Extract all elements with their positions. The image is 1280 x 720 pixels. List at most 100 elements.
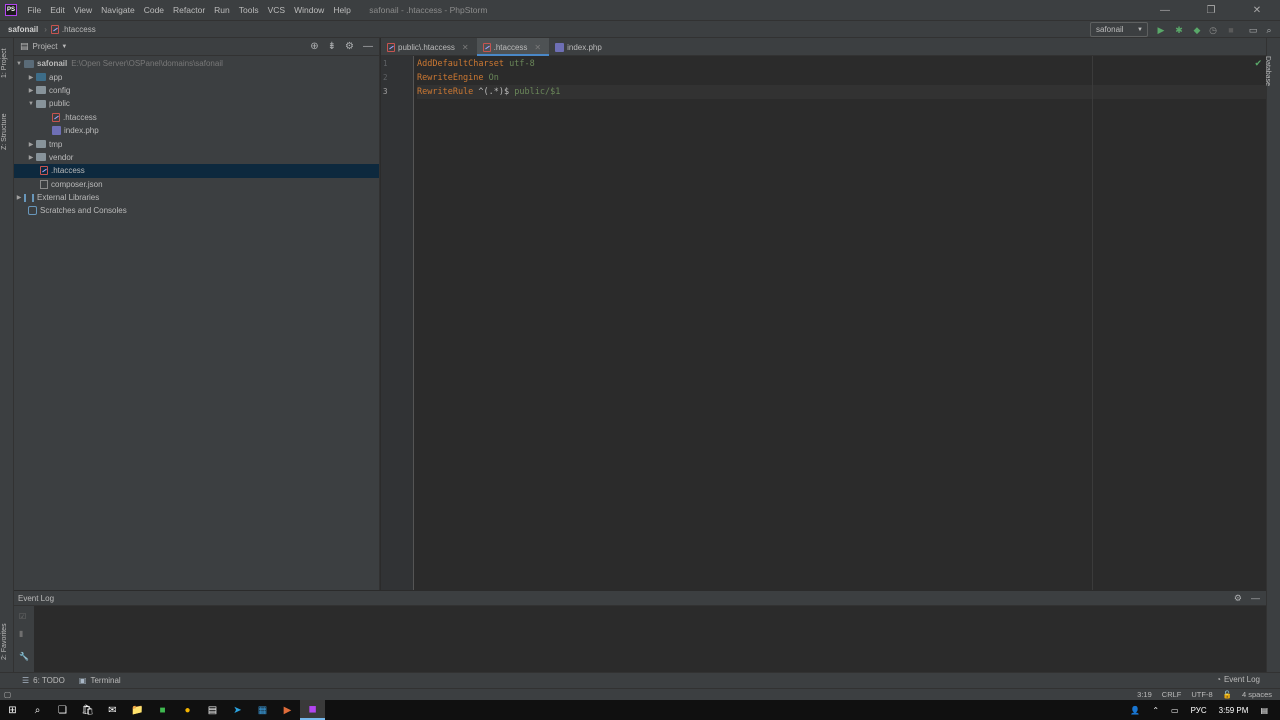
mail-icon[interactable]: ✉ [100,700,125,720]
breadcrumb-project[interactable]: safonail [8,25,38,34]
tree-item-public[interactable]: ▼ public [14,97,379,110]
collapsed-arrow-icon[interactable]: ▶ [26,74,36,81]
clear-icon[interactable]: ▮ [19,629,23,638]
tree-item-composer-json[interactable]: composer.json [14,178,379,191]
gear-icon[interactable]: ⚙ [345,41,354,52]
minimize-button[interactable]: — [1142,0,1188,20]
chrome-icon[interactable]: ● [175,700,200,720]
inspection-ok-icon[interactable]: ✔ [1254,58,1262,69]
menu-edit[interactable]: Edit [46,5,70,15]
clock[interactable]: 3:59 PM [1219,706,1249,715]
event-log-tool-button[interactable]: ◔ Event Log [1216,675,1260,684]
project-structure-icon[interactable]: ▭ [1248,25,1258,35]
tree-item-public-htaccess[interactable]: .htaccess [14,111,379,124]
run-icon[interactable]: ▶ [1156,25,1166,35]
tree-root[interactable]: ▼ safonail E:\Open Server\OSPanel\domain… [14,57,379,70]
tree-item-tmp[interactable]: ▶ tmp [14,137,379,150]
menu-vcs[interactable]: VCS [263,5,289,15]
code-line[interactable]: RewriteEngine On [417,71,1266,85]
language-indicator[interactable]: РУС [1191,706,1207,715]
tree-item-scratches[interactable]: Scratches and Consoles [14,204,379,217]
explorer-icon[interactable]: 📁 [125,700,150,720]
start-icon[interactable]: ⊞ [0,700,25,720]
collapse-all-icon[interactable]: ⇟ [328,41,336,52]
app-green-icon[interactable]: ■ [150,700,175,720]
tree-item-vendor[interactable]: ▶ vendor [14,151,379,164]
structure-tool-tab[interactable]: Z: Structure [1,113,8,150]
phpstorm-taskbar-icon[interactable]: ◼ [300,700,325,720]
menu-tools[interactable]: Tools [234,5,263,15]
menu-code[interactable]: Code [139,5,168,15]
collapsed-arrow-icon[interactable]: ▶ [14,194,24,201]
favorites-tool-tab[interactable]: 2: Favorites [1,623,8,660]
tab-public-htaccess[interactable]: public\.htaccess ✕ [381,38,477,56]
hide-panel-icon[interactable]: — [363,41,373,52]
user-icon[interactable]: 👤 [1130,706,1140,715]
tab-htaccess[interactable]: .htaccess ✕ [476,38,550,56]
menu-view[interactable]: View [69,5,96,15]
app-window-icon[interactable]: ▤ [200,700,225,720]
tree-item-external-libraries[interactable]: ▶ External Libraries [14,191,379,204]
todo-tool-button[interactable]: ☰ 6: TODO [22,676,65,685]
line-number: 3 [383,87,388,96]
menu-help[interactable]: Help [329,5,355,15]
code-line-current[interactable]: RewriteRule ^(.*)$ public/$1 [417,85,1266,99]
tree-item-root-htaccess[interactable]: .htaccess [14,164,379,178]
search-icon[interactable]: ⌕ [25,700,50,720]
breadcrumb-file[interactable]: .htaccess [62,25,96,34]
menu-file[interactable]: File [23,5,46,15]
stop-icon[interactable]: ■ [1226,25,1236,35]
restore-button[interactable]: ❐ [1188,0,1234,20]
collapsed-arrow-icon[interactable]: ▶ [26,154,36,161]
task-view-icon[interactable]: ❏ [50,700,75,720]
close-window-button[interactable]: ✕ [1234,0,1280,20]
menu-window[interactable]: Window [290,5,329,15]
directive: RewriteEngine [417,73,484,83]
menu-run[interactable]: Run [210,5,235,15]
hide-panel-icon[interactable]: — [1251,593,1260,604]
close-icon[interactable]: ✕ [534,43,541,52]
code-editor[interactable]: 1 2 3 AddDefaultCharset utf-8 RewriteEng… [381,56,1266,590]
event-log-header: Event Log ⚙ — [14,591,1266,606]
gear-icon[interactable]: ⚙ [1234,593,1242,604]
debug-icon[interactable]: ✱ [1174,25,1184,35]
terminal-tool-button[interactable]: ▣ Terminal [79,676,121,685]
file-encoding[interactable]: UTF-8 [1191,690,1212,699]
run-configuration-select[interactable]: safonail ▼ [1090,22,1148,37]
toggle-tool-windows-icon[interactable]: ▢ [4,690,11,699]
trello-icon[interactable]: ▦ [250,700,275,720]
tree-item-index-php[interactable]: index.php [14,124,379,137]
coverage-icon[interactable]: ◆ [1192,25,1202,35]
store-icon[interactable]: 🛍 [75,700,100,720]
collapsed-arrow-icon[interactable]: ▶ [26,141,36,148]
menu-refactor[interactable]: Refactor [169,5,210,15]
chevron-down-icon[interactable]: ▼ [61,44,67,50]
media-icon[interactable]: ▶ [275,700,300,720]
locate-file-icon[interactable]: ⊕ [310,41,318,52]
tab-index-php[interactable]: index.php [549,38,610,56]
project-tool-tab[interactable]: 1: Project [1,48,8,78]
chevron-up-icon[interactable]: ⌃ [1152,706,1159,715]
wrench-icon[interactable]: 🔧 [19,652,29,661]
line-separator[interactable]: CRLF [1162,690,1182,699]
mark-read-icon[interactable]: ☑ [19,612,26,621]
expanded-arrow-icon[interactable]: ▼ [14,61,24,67]
lock-icon[interactable]: 🔓 [1223,690,1232,699]
terminal-icon: ▣ [78,676,87,685]
profile-icon[interactable]: ◷ [1208,25,1218,35]
close-icon[interactable]: ✕ [462,43,469,52]
collapsed-arrow-icon[interactable]: ▶ [26,87,36,94]
telegram-icon[interactable]: ➤ [225,700,250,720]
line-number: 1 [383,59,388,68]
indent-setting[interactable]: 4 spaces [1242,690,1272,699]
code-line[interactable]: AddDefaultCharset utf-8 [417,57,1266,71]
network-icon[interactable]: ▭ [1171,706,1179,715]
expanded-arrow-icon[interactable]: ▼ [26,101,36,107]
search-everywhere-icon[interactable]: ⌕ [1264,25,1274,35]
tree-item-app[interactable]: ▶ app [14,70,379,83]
menu-navigate[interactable]: Navigate [97,5,140,15]
notifications-icon[interactable]: ▤ [1260,706,1268,715]
project-view-select[interactable]: Project [33,42,58,51]
tree-item-config[interactable]: ▶ config [14,84,379,97]
caret-position[interactable]: 3:19 [1137,690,1152,699]
